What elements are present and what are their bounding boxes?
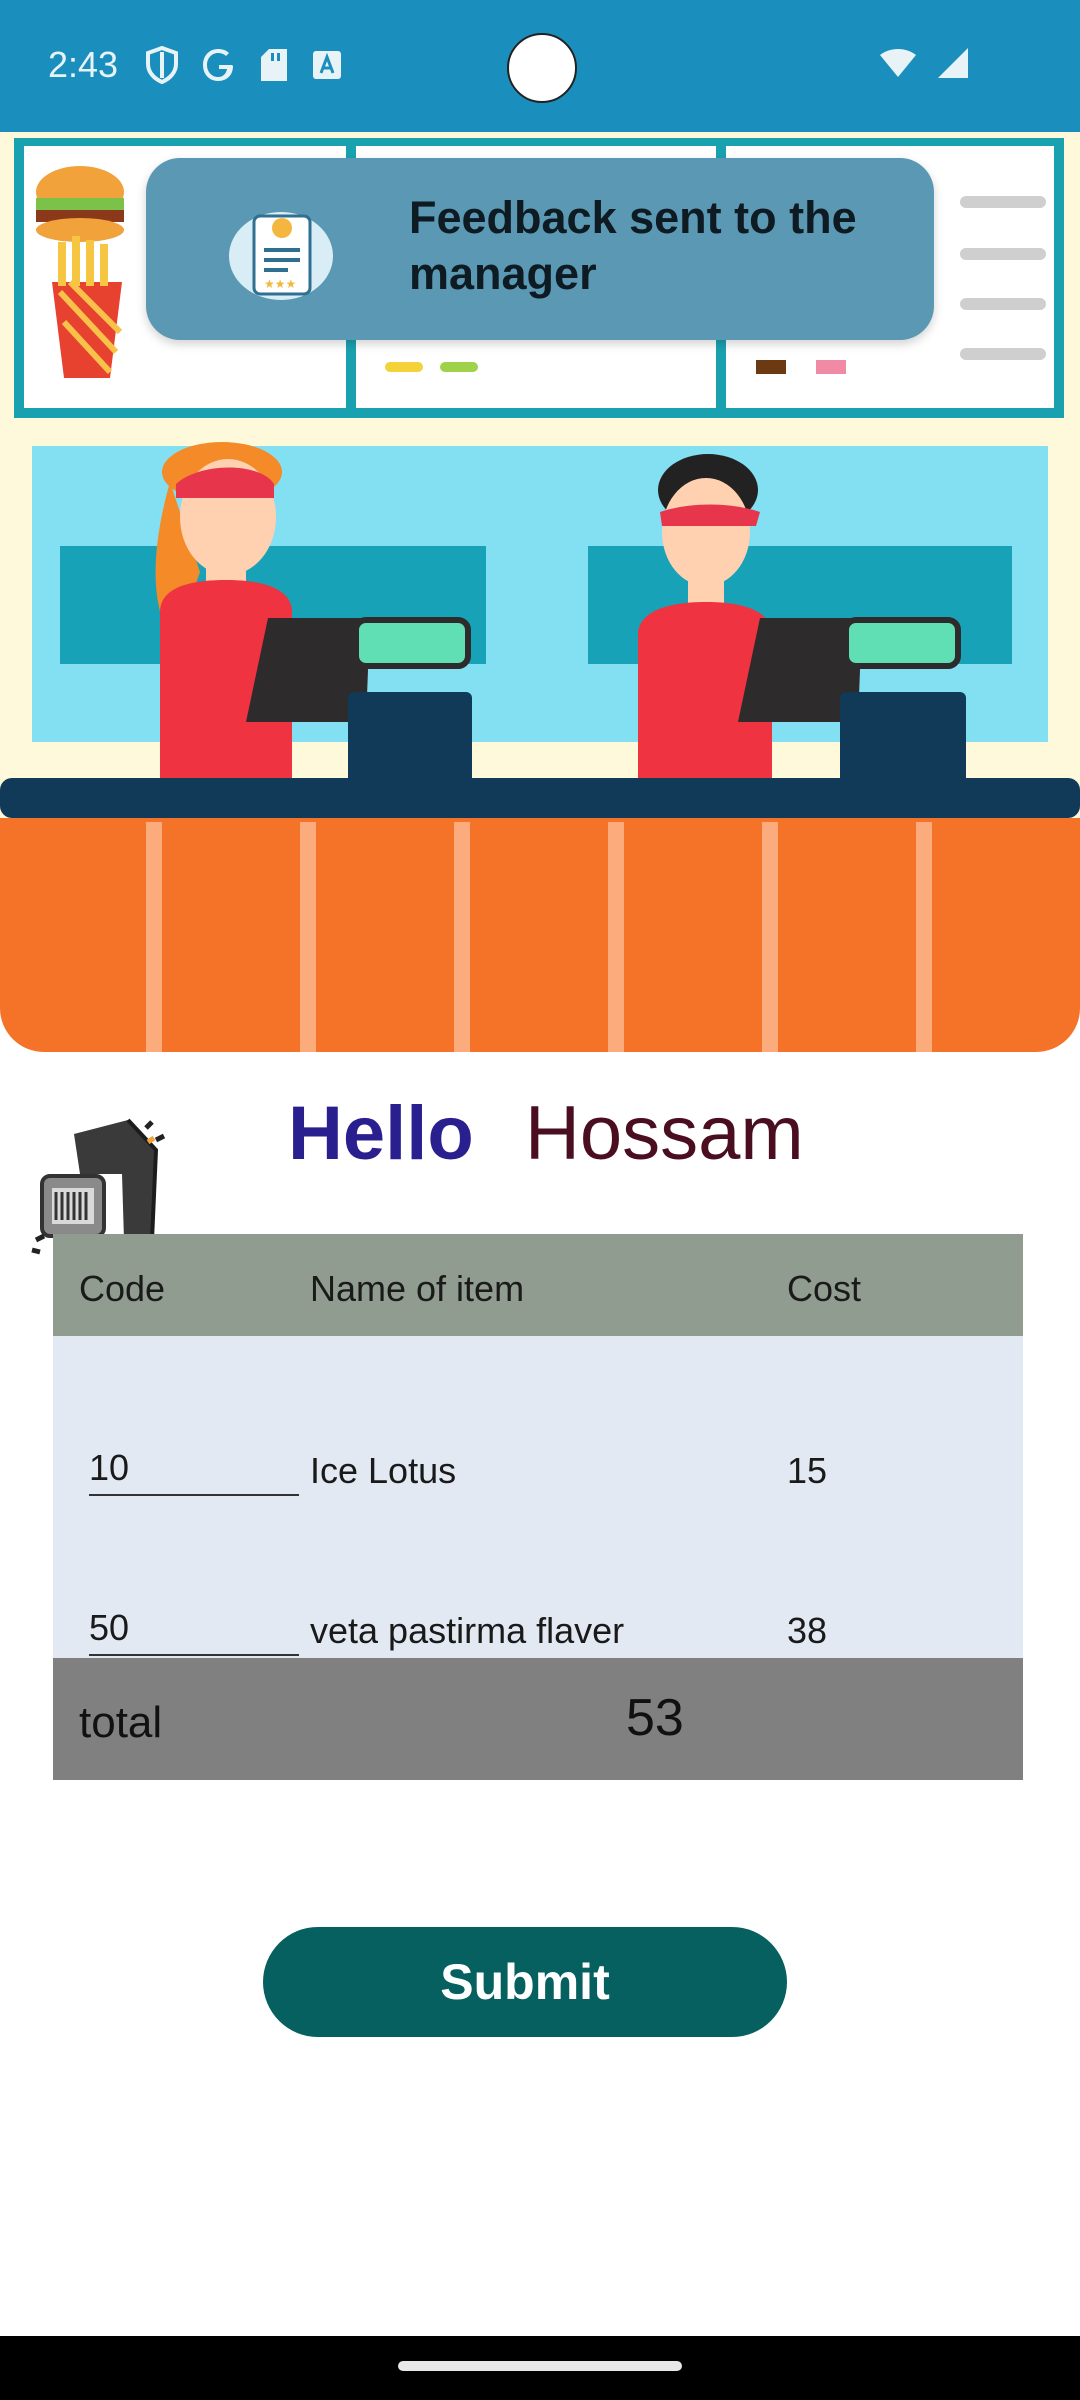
greeting-username: Hossam — [525, 1091, 804, 1176]
item-cost: 15 — [787, 1450, 828, 1491]
feedback-toast: ★★★ Feedback sent to the manager — [146, 158, 934, 340]
status-icons-right — [878, 46, 970, 80]
table-row: veta pastirma flaver 38 — [53, 1572, 1023, 1672]
status-time: 2:43 — [48, 44, 119, 85]
header-code: Code — [79, 1268, 166, 1309]
status-bar: 2:43 — [0, 0, 1080, 132]
table-body: Ice Lotus 15 veta pastirma flaver 38 — [53, 1336, 1023, 1658]
item-cost: 38 — [787, 1610, 828, 1651]
greeting-hello: Hello — [288, 1091, 474, 1176]
status-icons-left — [145, 46, 343, 84]
total-value: 53 — [626, 1689, 684, 1747]
item-name: Ice Lotus — [310, 1450, 457, 1491]
table-row: Ice Lotus 15 — [53, 1412, 1023, 1512]
wifi-icon — [880, 49, 916, 77]
code-input[interactable] — [89, 1602, 299, 1656]
cellular-signal-icon — [938, 48, 968, 78]
svg-text:★★★: ★★★ — [264, 277, 296, 291]
code-input[interactable] — [89, 1442, 299, 1496]
sd-card-icon — [261, 49, 287, 81]
camera-cutout — [507, 33, 577, 103]
total-label: total — [79, 1698, 163, 1747]
google-icon — [203, 49, 233, 81]
header-name: Name of item — [310, 1268, 525, 1309]
items-table: Code Name of item Cost Ice Lotus 15 veta… — [53, 1234, 1023, 1780]
shield-icon — [146, 46, 178, 84]
table-header: Code Name of item Cost — [53, 1234, 1023, 1336]
feedback-form-icon: ★★★ — [216, 198, 346, 313]
home-indicator[interactable] — [398, 2361, 682, 2371]
header-cost: Cost — [787, 1268, 862, 1309]
item-name: veta pastirma flaver — [310, 1610, 625, 1651]
submit-button[interactable]: Submit — [263, 1927, 787, 2037]
table-footer: total 53 — [53, 1658, 1023, 1780]
font-download-icon — [313, 51, 341, 79]
toast-message: Feedback sent to the manager — [409, 192, 857, 299]
